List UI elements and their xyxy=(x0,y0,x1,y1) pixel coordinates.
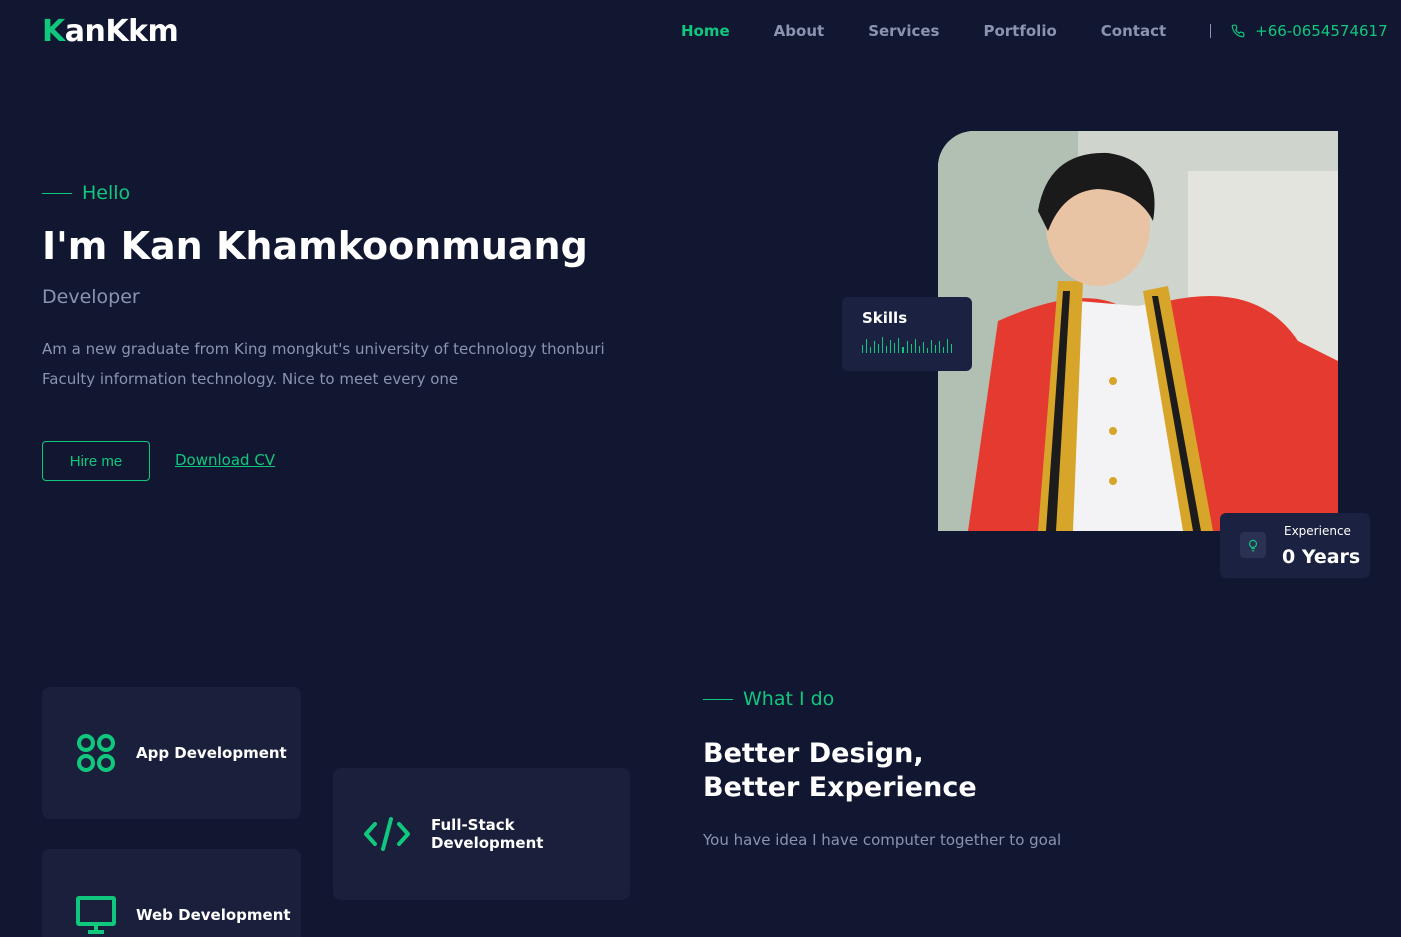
nav-divider xyxy=(1210,24,1212,38)
skills-card: Skills xyxy=(842,297,972,371)
phone-number: +66-0654574617 xyxy=(1255,22,1388,40)
logo-text: anKkm xyxy=(64,14,179,49)
service-title: Web Development xyxy=(136,906,291,924)
download-cv-link[interactable]: Download CV xyxy=(175,451,275,469)
what-i-do-description: You have idea I have computer together t… xyxy=(703,831,1062,849)
phone-link[interactable]: +66-0654574617 xyxy=(1231,22,1388,40)
experience-label: Experience xyxy=(1284,524,1351,538)
service-title: Full-Stack Development xyxy=(431,816,544,852)
app-grid-icon xyxy=(76,733,116,773)
what-i-do-title: Better Design, Better Experience xyxy=(703,737,977,805)
main-nav: Home About Services Portfolio Contact +6… xyxy=(681,22,1388,40)
what-i-do-eyebrow: What I do xyxy=(703,688,834,710)
eyebrow-text: What I do xyxy=(743,688,835,710)
hero-greeting: Hello xyxy=(42,182,130,204)
service-card-app[interactable]: App Development xyxy=(42,687,301,819)
nav-portfolio[interactable]: Portfolio xyxy=(983,22,1056,40)
skills-bars-icon xyxy=(862,337,953,353)
code-icon xyxy=(363,816,411,852)
service-title: App Development xyxy=(136,744,287,762)
title-line-2: Better Experience xyxy=(703,772,977,803)
hero-title: I'm Kan Khamkoonmuang xyxy=(42,224,588,268)
hero-role: Developer xyxy=(42,286,140,308)
nav-contact[interactable]: Contact xyxy=(1101,22,1166,40)
nav-services[interactable]: Services xyxy=(868,22,939,40)
hero-description: Am a new graduate from King mongkut's un… xyxy=(42,340,605,388)
phone-icon xyxy=(1231,24,1245,38)
profile-photo xyxy=(938,131,1338,531)
service-card-web[interactable]: Web Development xyxy=(42,849,301,937)
experience-value: 0 Years xyxy=(1282,546,1361,568)
monitor-icon xyxy=(76,895,116,935)
nav-home[interactable]: Home xyxy=(681,22,730,40)
title-line-1: Better Design, xyxy=(703,738,924,769)
greeting-line xyxy=(42,192,72,194)
greeting-text: Hello xyxy=(82,182,131,204)
experience-card: Experience 0 Years xyxy=(1220,513,1370,578)
eyebrow-line xyxy=(703,698,733,700)
skills-label: Skills xyxy=(862,309,908,327)
lightbulb-icon xyxy=(1240,532,1266,558)
nav-about[interactable]: About xyxy=(774,22,825,40)
site-logo[interactable]: KanKkm xyxy=(42,14,179,49)
hire-me-button[interactable]: Hire me xyxy=(42,441,150,481)
service-card-fullstack[interactable]: Full-Stack Development xyxy=(333,768,630,900)
logo-initial: K xyxy=(42,14,65,49)
